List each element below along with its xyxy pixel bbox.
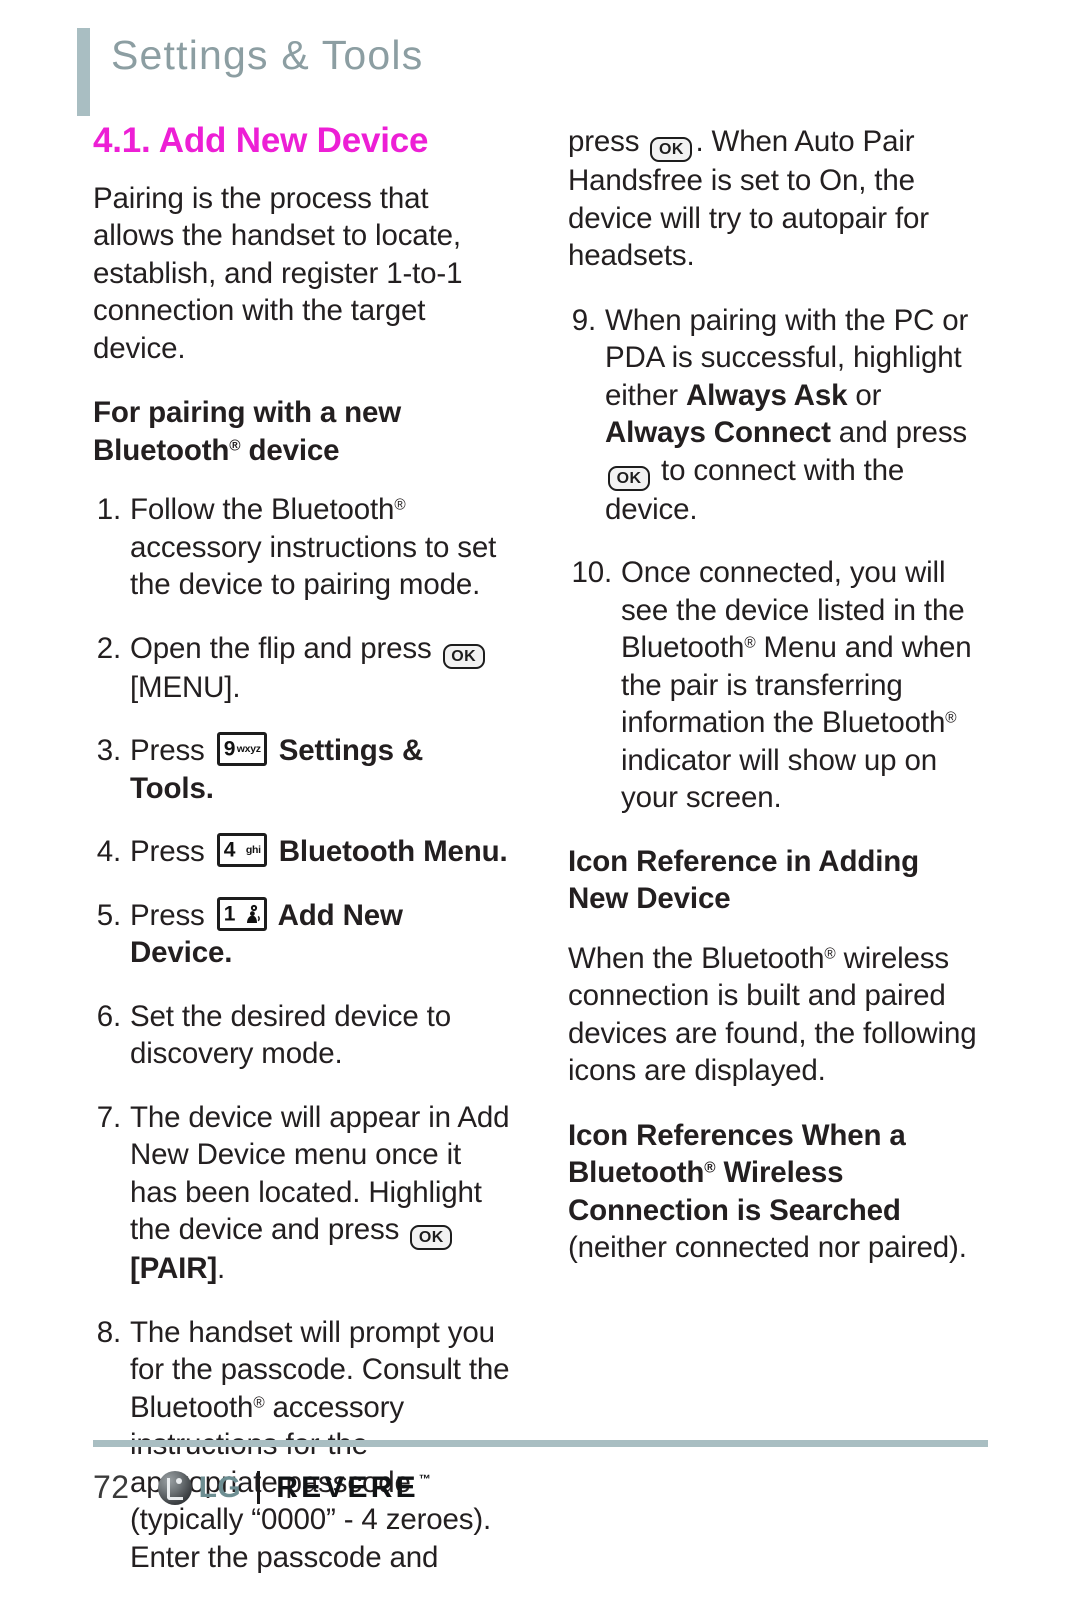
registered-mark-icon: ® — [229, 437, 241, 455]
step-text-post: Bluetooth Menu. — [270, 835, 508, 869]
keypad-4-icon: 4 ghi — [216, 833, 267, 868]
step-item-3: 3. Press 9 wxyz Settings & Tools. — [93, 732, 511, 807]
right-column: press OK. When Auto Pair Handsfree is se… — [568, 123, 986, 1289]
key-letters: ghi — [245, 844, 261, 856]
step-item-10: 10. Once connected, you will see the dev… — [568, 554, 986, 817]
pairing-steps-list-continued: 9. When pairing with the PC or PDA is su… — [568, 302, 986, 817]
step-text: The device will appear in Add New Device… — [130, 1099, 511, 1288]
subheading-pairing-tail: device — [240, 433, 340, 467]
step-text-pre: The device will appear in Add New Device… — [130, 1100, 510, 1247]
step-item-2: 2. Open the flip and press OK [MENU]. — [93, 630, 511, 707]
step-text: Press 4 ghi Bluetooth Menu. — [130, 833, 511, 871]
registered-mark-icon: ® — [824, 945, 836, 962]
continuation-text-pre: press — [568, 125, 648, 158]
key-digit: 9 — [223, 737, 236, 761]
step-number: 10. — [571, 556, 612, 589]
footer-rule — [93, 1440, 988, 1447]
brand-divider — [257, 1471, 261, 1504]
subheading-icon-reference: Icon Reference in Adding New Device — [568, 844, 919, 916]
registered-mark-icon: ® — [744, 634, 756, 652]
step-text-bold: [PAIR] — [130, 1252, 218, 1286]
icons-paragraph-pre: When the Bluetooth — [568, 941, 825, 975]
step-number: 1. — [96, 493, 121, 527]
subheading-for-pairing: For pairing with a new Bluetooth® device — [93, 394, 511, 469]
model-wordmark: REVERE™ — [276, 1470, 431, 1504]
ok-key-icon: OK — [442, 643, 485, 669]
section-title: 4.1. Add New Device — [93, 121, 429, 160]
step-number: 6. — [96, 999, 121, 1033]
pairing-steps-list: 1. Follow the Bluetooth® accessory instr… — [93, 491, 511, 1576]
step-item-9: 9. When pairing with the PC or PDA is su… — [568, 302, 986, 529]
step-text-post: accessory instructions to set the device… — [130, 530, 497, 602]
left-column: 4.1. Add New Device Pairing is the proce… — [93, 121, 511, 1602]
running-header-title: Settings & Tools — [111, 32, 424, 78]
footer-row: 72 LG REVERE™ — [93, 1469, 988, 1506]
step-item-1: 1. Follow the Bluetooth® accessory instr… — [93, 491, 511, 604]
intro-paragraph: Pairing is the process that allows the h… — [93, 181, 463, 365]
ok-key-icon: OK — [650, 137, 693, 162]
step-item-5: 5. Press 1 Add New Device. — [93, 896, 511, 972]
registered-mark-icon: ® — [945, 709, 957, 727]
page-footer: 72 LG REVERE™ — [93, 1440, 988, 1506]
step-text-pre: Follow the Bluetooth — [130, 493, 395, 527]
step-text-mid: or — [847, 378, 882, 412]
step-text: Set the desired device to discovery mode… — [130, 999, 451, 1071]
step-text-pre: Open the flip and press — [130, 631, 440, 665]
step-item-7: 7. The device will appear in Add New Dev… — [93, 1099, 511, 1288]
option-always-connect: Always Connect — [605, 416, 831, 449]
step-text-post: . — [217, 1252, 226, 1286]
lg-emblem-icon — [157, 1470, 192, 1505]
step-text: Press 1 Add New Device. — [130, 896, 511, 972]
registered-mark-icon: ® — [704, 1159, 716, 1177]
step-text-pre: Press — [130, 898, 213, 932]
ok-key-icon: OK — [608, 465, 650, 491]
step-text-mid2: and press — [830, 416, 968, 449]
step-text-post: [MENU]. — [130, 670, 241, 704]
step-number: 9. — [571, 303, 596, 337]
searched-heading-post: (neither connected nor paired). — [568, 1231, 967, 1264]
lg-wordmark: LG — [198, 1470, 242, 1504]
header-accent-bar — [77, 28, 90, 116]
step-text: When pairing with the PC or PDA is succe… — [605, 302, 986, 529]
key-digit: 1 — [223, 902, 236, 926]
step-number: 2. — [96, 631, 121, 665]
registered-mark-icon: ® — [253, 1394, 265, 1412]
step-item-6: 6. Set the desired device to discovery m… — [93, 998, 511, 1073]
step-number: 7. — [96, 1100, 121, 1134]
option-always-ask: Always Ask — [685, 378, 848, 412]
model-name: REVERE — [276, 1470, 419, 1504]
key-letters: wxyz — [236, 743, 261, 755]
key-digit: 4 — [223, 838, 236, 862]
step-item-4: 4. Press 4 ghi Bluetooth Menu. — [93, 833, 511, 871]
page-header: Settings & Tools — [77, 28, 423, 116]
step-number: 3. — [96, 734, 121, 768]
keypad-1-icon: 1 — [216, 896, 267, 931]
step-text-pre: Press — [130, 734, 213, 768]
trademark-icon: ™ — [418, 1471, 431, 1486]
page-number: 72 — [93, 1469, 130, 1505]
step-text: Follow the Bluetooth® accessory instruct… — [130, 491, 511, 604]
registered-mark-icon: ® — [394, 496, 406, 514]
voicemail-glyph-icon — [246, 904, 260, 923]
subheading-icon-references-searched: Icon References When a Bluetooth® Wirele… — [568, 1117, 986, 1267]
step-text: Press 9 wxyz Settings & Tools. — [130, 732, 511, 807]
keypad-9-icon: 9 wxyz — [216, 732, 267, 767]
step-text-pre: Press — [130, 835, 213, 869]
step-number: 4. — [96, 835, 121, 869]
step-text-part3: indicator will show up on your screen. — [621, 743, 937, 815]
step-text: Once connected, you will see the device … — [621, 554, 986, 817]
lg-brand-lockup: LG REVERE™ — [157, 1470, 431, 1505]
icons-displayed-paragraph: When the Bluetooth® wireless connection … — [568, 940, 986, 1090]
ok-key-icon: OK — [410, 1225, 453, 1251]
step-text-post: to connect with the device. — [605, 453, 905, 526]
step-text: Open the flip and press OK [MENU]. — [130, 630, 511, 707]
step-number: 5. — [96, 898, 121, 932]
continuation-paragraph: press OK. When Auto Pair Handsfree is se… — [568, 123, 986, 275]
